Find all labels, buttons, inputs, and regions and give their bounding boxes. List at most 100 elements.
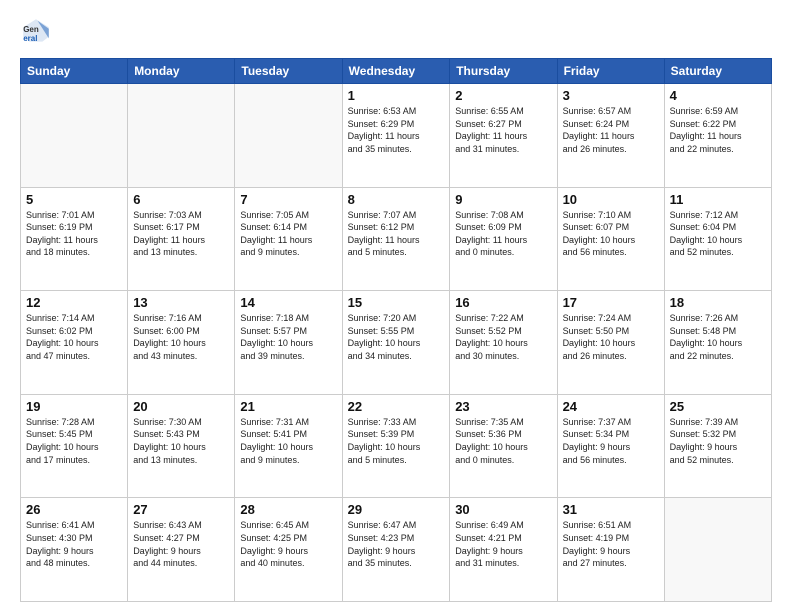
day-number: 25	[670, 399, 766, 414]
weekday-header-friday: Friday	[557, 59, 664, 84]
day-number: 5	[26, 192, 122, 207]
day-number: 13	[133, 295, 229, 310]
day-number: 9	[455, 192, 551, 207]
day-number: 21	[240, 399, 336, 414]
day-info: Sunrise: 7:10 AMSunset: 6:07 PMDaylight:…	[563, 209, 659, 259]
day-number: 12	[26, 295, 122, 310]
day-number: 31	[563, 502, 659, 517]
week-row-0: 1 Sunrise: 6:53 AMSunset: 6:29 PMDaylight…	[21, 84, 772, 188]
day-info: Sunrise: 7:22 AMSunset: 5:52 PMDaylight:…	[455, 312, 551, 362]
day-cell: 30 Sunrise: 6:49 AMSunset: 4:21 PMDayligh…	[450, 498, 557, 602]
day-info: Sunrise: 7:35 AMSunset: 5:36 PMDaylight:…	[455, 416, 551, 466]
day-info: Sunrise: 7:30 AMSunset: 5:43 PMDaylight:…	[133, 416, 229, 466]
day-number: 24	[563, 399, 659, 414]
day-info: Sunrise: 7:33 AMSunset: 5:39 PMDaylight:…	[348, 416, 445, 466]
day-number: 7	[240, 192, 336, 207]
weekday-header-thursday: Thursday	[450, 59, 557, 84]
day-cell	[664, 498, 771, 602]
day-number: 16	[455, 295, 551, 310]
day-number: 26	[26, 502, 122, 517]
day-info: Sunrise: 7:18 AMSunset: 5:57 PMDaylight:…	[240, 312, 336, 362]
day-cell: 12 Sunrise: 7:14 AMSunset: 6:02 PMDayligh…	[21, 291, 128, 395]
weekday-header-sunday: Sunday	[21, 59, 128, 84]
day-cell: 9 Sunrise: 7:08 AMSunset: 6:09 PMDaylight…	[450, 187, 557, 291]
day-cell: 21 Sunrise: 7:31 AMSunset: 5:41 PMDayligh…	[235, 394, 342, 498]
logo: Gen eral	[20, 16, 56, 48]
day-info: Sunrise: 7:39 AMSunset: 5:32 PMDaylight:…	[670, 416, 766, 466]
day-number: 1	[348, 88, 445, 103]
week-row-3: 19 Sunrise: 7:28 AMSunset: 5:45 PMDayligh…	[21, 394, 772, 498]
day-info: Sunrise: 7:16 AMSunset: 6:00 PMDaylight:…	[133, 312, 229, 362]
day-cell: 26Sunrise: 6:41 AMSunset: 4:30 PMDayligh…	[21, 498, 128, 602]
day-number: 4	[670, 88, 766, 103]
day-cell: 23 Sunrise: 7:35 AMSunset: 5:36 PMDayligh…	[450, 394, 557, 498]
day-number: 10	[563, 192, 659, 207]
day-info: Sunrise: 7:31 AMSunset: 5:41 PMDaylight:…	[240, 416, 336, 466]
day-cell: 16 Sunrise: 7:22 AMSunset: 5:52 PMDayligh…	[450, 291, 557, 395]
day-number: 6	[133, 192, 229, 207]
day-info: Sunrise: 7:01 AMSunset: 6:19 PMDaylight:…	[26, 209, 122, 259]
day-number: 17	[563, 295, 659, 310]
day-cell: 24Sunrise: 7:37 AMSunset: 5:34 PMDayligh…	[557, 394, 664, 498]
day-number: 29	[348, 502, 445, 517]
day-cell: 1 Sunrise: 6:53 AMSunset: 6:29 PMDaylight…	[342, 84, 450, 188]
weekday-header-row: SundayMondayTuesdayWednesdayThursdayFrid…	[21, 59, 772, 84]
day-cell: 15Sunrise: 7:20 AMSunset: 5:55 PMDayligh…	[342, 291, 450, 395]
day-info: Sunrise: 7:03 AMSunset: 6:17 PMDaylight:…	[133, 209, 229, 259]
week-row-4: 26Sunrise: 6:41 AMSunset: 4:30 PMDayligh…	[21, 498, 772, 602]
day-info: Sunrise: 6:43 AMSunset: 4:27 PMDaylight:…	[133, 519, 229, 569]
day-info: Sunrise: 6:57 AMSunset: 6:24 PMDaylight:…	[563, 105, 659, 155]
day-info: Sunrise: 7:07 AMSunset: 6:12 PMDaylight:…	[348, 209, 445, 259]
day-info: Sunrise: 6:47 AMSunset: 4:23 PMDaylight:…	[348, 519, 445, 569]
day-cell: 29 Sunrise: 6:47 AMSunset: 4:23 PMDayligh…	[342, 498, 450, 602]
day-cell	[21, 84, 128, 188]
day-info: Sunrise: 7:26 AMSunset: 5:48 PMDaylight:…	[670, 312, 766, 362]
day-info: Sunrise: 7:14 AMSunset: 6:02 PMDaylight:…	[26, 312, 122, 362]
day-cell: 17 Sunrise: 7:24 AMSunset: 5:50 PMDayligh…	[557, 291, 664, 395]
weekday-header-monday: Monday	[128, 59, 235, 84]
day-info: Sunrise: 6:53 AMSunset: 6:29 PMDaylight:…	[348, 105, 445, 155]
day-cell: 11 Sunrise: 7:12 AMSunset: 6:04 PMDayligh…	[664, 187, 771, 291]
day-cell: 14Sunrise: 7:18 AMSunset: 5:57 PMDayligh…	[235, 291, 342, 395]
day-cell: 6 Sunrise: 7:03 AMSunset: 6:17 PMDaylight…	[128, 187, 235, 291]
day-cell: 20 Sunrise: 7:30 AMSunset: 5:43 PMDayligh…	[128, 394, 235, 498]
day-cell: 2Sunrise: 6:55 AMSunset: 6:27 PMDaylight…	[450, 84, 557, 188]
day-number: 30	[455, 502, 551, 517]
week-row-2: 12 Sunrise: 7:14 AMSunset: 6:02 PMDayligh…	[21, 291, 772, 395]
day-number: 15	[348, 295, 445, 310]
day-number: 18	[670, 295, 766, 310]
day-cell: 4Sunrise: 6:59 AMSunset: 6:22 PMDaylight…	[664, 84, 771, 188]
day-cell	[128, 84, 235, 188]
weekday-header-wednesday: Wednesday	[342, 59, 450, 84]
day-number: 23	[455, 399, 551, 414]
day-cell: 18 Sunrise: 7:26 AMSunset: 5:48 PMDayligh…	[664, 291, 771, 395]
day-info: Sunrise: 7:28 AMSunset: 5:45 PMDaylight:…	[26, 416, 122, 466]
day-cell: 7 Sunrise: 7:05 AMSunset: 6:14 PMDaylight…	[235, 187, 342, 291]
day-info: Sunrise: 7:05 AMSunset: 6:14 PMDaylight:…	[240, 209, 336, 259]
day-number: 28	[240, 502, 336, 517]
weekday-header-saturday: Saturday	[664, 59, 771, 84]
svg-text:Gen: Gen	[23, 25, 39, 34]
day-info: Sunrise: 6:51 AMSunset: 4:19 PMDaylight:…	[563, 519, 659, 569]
day-cell	[235, 84, 342, 188]
day-cell: 3Sunrise: 6:57 AMSunset: 6:24 PMDaylight…	[557, 84, 664, 188]
day-number: 8	[348, 192, 445, 207]
page: Gen eral SundayMondayTuesdayWednesdayThu…	[0, 0, 792, 612]
day-cell: 25 Sunrise: 7:39 AMSunset: 5:32 PMDayligh…	[664, 394, 771, 498]
day-info: Sunrise: 7:08 AMSunset: 6:09 PMDaylight:…	[455, 209, 551, 259]
weekday-header-tuesday: Tuesday	[235, 59, 342, 84]
day-number: 2	[455, 88, 551, 103]
header: Gen eral	[20, 16, 772, 48]
day-number: 19	[26, 399, 122, 414]
logo-icon: Gen eral	[20, 16, 52, 48]
day-info: Sunrise: 7:24 AMSunset: 5:50 PMDaylight:…	[563, 312, 659, 362]
day-number: 22	[348, 399, 445, 414]
day-cell: 27Sunrise: 6:43 AMSunset: 4:27 PMDayligh…	[128, 498, 235, 602]
day-info: Sunrise: 6:49 AMSunset: 4:21 PMDaylight:…	[455, 519, 551, 569]
day-cell: 31 Sunrise: 6:51 AMSunset: 4:19 PMDayligh…	[557, 498, 664, 602]
day-number: 20	[133, 399, 229, 414]
day-info: Sunrise: 6:45 AMSunset: 4:25 PMDaylight:…	[240, 519, 336, 569]
day-number: 11	[670, 192, 766, 207]
day-cell: 5 Sunrise: 7:01 AMSunset: 6:19 PMDaylight…	[21, 187, 128, 291]
day-info: Sunrise: 7:12 AMSunset: 6:04 PMDaylight:…	[670, 209, 766, 259]
